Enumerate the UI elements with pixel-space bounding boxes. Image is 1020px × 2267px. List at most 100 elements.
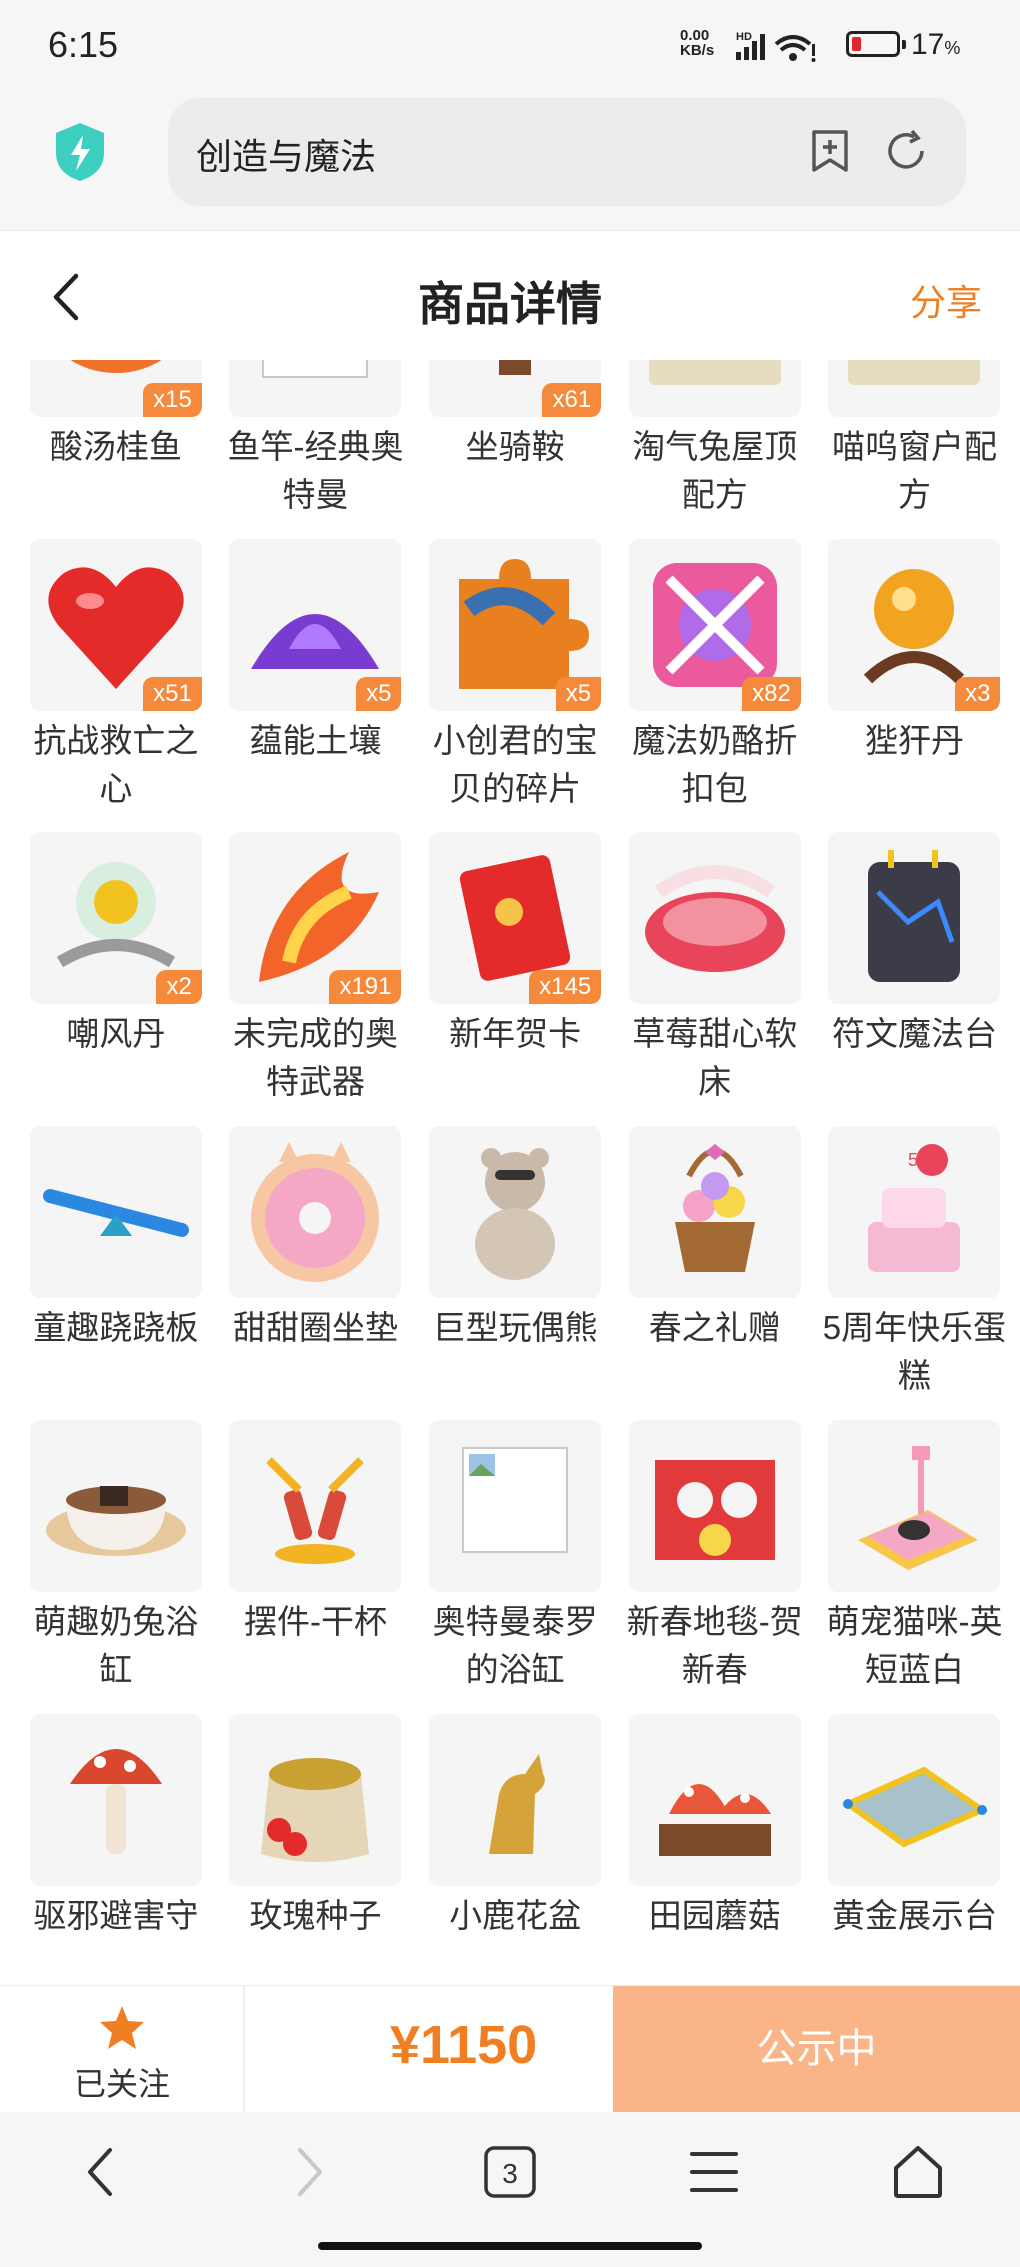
security-shield-icon[interactable] (52, 121, 108, 183)
battery-percent: 17% (911, 28, 961, 61)
flower-basket-icon (674, 1144, 755, 1273)
item-name: 淘气兔屋顶配方 (632, 428, 798, 513)
quantity-badge: x145 (529, 970, 602, 1005)
quantity-badge: x3 (955, 676, 1001, 711)
svg-text:5: 5 (908, 1150, 918, 1170)
item-thumbnail[interactable] (429, 1713, 602, 1886)
star-icon (100, 2006, 144, 2049)
item-thumbnail[interactable]: x3 (828, 538, 1001, 711)
item-thumbnail[interactable] (628, 1713, 801, 1886)
refresh-icon[interactable] (884, 128, 930, 174)
item-thumbnail[interactable] (29, 1419, 202, 1592)
item-thumbnail[interactable] (828, 1419, 1001, 1592)
signal-wifi-icon: HD (736, 31, 816, 62)
item-name: 萌趣奶兔浴缸 (33, 1602, 199, 1688)
quantity-badge: x51 (143, 676, 202, 711)
search-query[interactable]: 创造与魔法 (196, 128, 376, 180)
item-thumbnail[interactable] (628, 832, 801, 1005)
battery-icon (846, 31, 906, 57)
item-name: 鱼竿-经典奥特曼 (227, 428, 404, 513)
follow-button[interactable]: 已关注 (72, 2004, 172, 2105)
item-thumbnail[interactable]: x15 (29, 360, 202, 417)
item-name: 未完成的奥特武器 (232, 1015, 398, 1101)
item-name: 小鹿花盆 (449, 1896, 582, 1934)
item-thumbnail[interactable] (29, 1126, 202, 1299)
pet-cat-icon (858, 1445, 979, 1570)
network-speed-unit: KB/s (680, 42, 715, 59)
item-thumbnail[interactable] (828, 360, 1001, 417)
cheers-ornament-icon (266, 1456, 365, 1564)
display-platform-icon (842, 1766, 989, 1847)
item-name: 酸汤桂鱼 (49, 428, 182, 465)
item-name: 玫瑰种子 (249, 1896, 382, 1934)
item-thumbnail[interactable] (229, 1419, 402, 1592)
teddy-bear-icon (475, 1148, 556, 1281)
nav-back-icon[interactable] (80, 2144, 120, 2200)
item-name: 魔法奶酪折扣包 (632, 721, 798, 807)
deer-pot-icon (489, 1753, 545, 1854)
item-name: 摆件-干杯 (243, 1602, 387, 1640)
network-speed: 0.00 KB/s (680, 28, 730, 58)
address-bar[interactable]: 创造与魔法 (168, 98, 966, 206)
item-name: 田园蘑菇 (648, 1896, 781, 1934)
item-thumbnail[interactable] (29, 1713, 202, 1886)
tabs-icon[interactable]: 3 (482, 2144, 538, 2200)
item-thumbnail[interactable] (628, 1419, 801, 1592)
item-name: 巨型玩偶熊 (432, 1309, 598, 1347)
item-thumbnail[interactable]: x51 (29, 538, 202, 711)
bottom-action-bar: 已关注 ¥1150 公示中 (0, 1985, 1020, 2112)
roof-recipe-icon (648, 360, 781, 385)
item-thumbnail[interactable]: x5 (229, 538, 402, 711)
gesture-handle (318, 2242, 702, 2250)
item-thumbnail[interactable] (628, 360, 801, 417)
item-name: 黄金展示台 (831, 1896, 997, 1934)
item-thumbnail[interactable] (429, 1419, 602, 1592)
image-placeholder-icon (462, 1446, 569, 1553)
quantity-badge: x191 (329, 970, 402, 1005)
item-name: 喵呜窗户配方 (831, 428, 997, 513)
browser-toolbar: 创造与魔法 (0, 90, 1020, 231)
nav-forward-icon[interactable] (290, 2144, 330, 2200)
item-name: 小创君的宝贝的碎片 (432, 721, 598, 807)
item-name: 抗战救亡之心 (33, 721, 199, 807)
item-thumbnail[interactable] (429, 1126, 602, 1299)
item-name: 萌宠猫咪-英短蓝白 (826, 1602, 1003, 1688)
quantity-badge: x5 (356, 676, 402, 711)
strawberry-bed-icon (644, 865, 785, 973)
item-thumbnail[interactable] (828, 832, 1001, 1005)
rune-altar-icon (868, 850, 961, 983)
mushroom-garden-icon (658, 1783, 771, 1856)
item-thumbnail[interactable] (628, 1126, 801, 1299)
seed-sack-icon (261, 1757, 370, 1862)
price: ¥1150 (390, 2015, 538, 2075)
item-name: 新年贺卡 (449, 1015, 582, 1053)
item-name: 童趣跷跷板 (33, 1309, 199, 1347)
item-name: 奥特曼泰罗的浴缸 (432, 1602, 598, 1688)
item-name: 春之礼赠 (648, 1309, 781, 1347)
share-button[interactable]: 分享 (910, 274, 982, 326)
item-name: 符文魔法台 (831, 1015, 997, 1053)
item-name: 甜甜圈坐垫 (232, 1309, 398, 1347)
menu-icon[interactable] (688, 2144, 740, 2200)
image-placeholder-icon (262, 360, 369, 378)
teacup-bath-icon (45, 1485, 186, 1556)
quantity-badge: x5 (555, 676, 602, 711)
public-notice-button[interactable]: 公示中 (613, 1986, 1020, 2112)
home-icon[interactable] (890, 2144, 946, 2200)
item-thumbnail[interactable]: 5 (828, 1126, 1001, 1299)
item-thumbnail[interactable] (229, 360, 402, 417)
add-bookmark-icon[interactable] (808, 128, 852, 174)
item-thumbnail[interactable]: x61 (429, 360, 602, 417)
item-thumbnail[interactable]: x145 (429, 832, 602, 1005)
item-thumbnail[interactable]: x82 (628, 538, 801, 711)
item-thumbnail[interactable] (828, 1713, 1001, 1886)
item-thumbnail[interactable] (229, 1126, 402, 1299)
item-thumbnail[interactable]: x5 (429, 538, 602, 711)
item-thumbnail[interactable]: x191 (229, 832, 402, 1005)
birthday-cake-icon: 5 (868, 1144, 961, 1273)
item-thumbnail[interactable]: x2 (29, 832, 202, 1005)
item-thumbnail[interactable] (229, 1713, 402, 1886)
item-name: 蕴能土壤 (249, 721, 382, 759)
seesaw-icon (42, 1189, 189, 1238)
donut-cushion-icon (251, 1142, 380, 1283)
